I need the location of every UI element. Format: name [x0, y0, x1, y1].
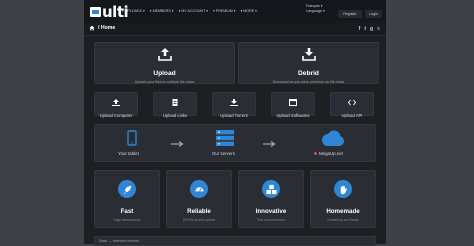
- tablet-icon: [127, 130, 137, 146]
- upload-computer-label: Upload Computer: [99, 113, 133, 118]
- menu-icon[interactable]: ≡: [377, 26, 380, 32]
- feature-homemade-subtitle: Created by our friends: [327, 218, 359, 222]
- nav-premium[interactable]: ▾ PREMIUM ▾: [213, 9, 236, 13]
- arrow-right-icon: [263, 141, 276, 147]
- register-button[interactable]: Register: [338, 10, 362, 18]
- download-icon: [301, 48, 316, 61]
- language-selector[interactable]: Français ▾ Language ▾: [306, 4, 330, 14]
- upload-card[interactable]: Upload Upload your files to multiple fil…: [94, 42, 235, 84]
- stats-panel-title: Stats — selected servers: [99, 239, 139, 243]
- upload-api-label: Upload API: [341, 113, 363, 118]
- facebook-icon[interactable]: f: [359, 26, 361, 32]
- feature-innovative: Innovative Find out all features: [238, 170, 304, 228]
- logo-mark: [90, 7, 101, 17]
- upload-computer-option[interactable]: Upload Computer: [94, 92, 138, 118]
- upload-subtitle: Upload your files to multiple file-hosts: [134, 80, 195, 84]
- nav-uploads[interactable]: ▾ UPLOADS ▾: [122, 9, 145, 13]
- cloud-icon: [322, 130, 344, 146]
- feature-innovative-title: Innovative: [255, 208, 287, 215]
- document-icon: [172, 99, 178, 106]
- download-icon: [230, 99, 238, 106]
- breadcrumb-bar: / Home f t g ≡: [84, 23, 386, 36]
- feature-fast-title: Fast: [120, 208, 134, 215]
- language-menu[interactable]: Language ▾: [306, 9, 330, 14]
- nav-my-account[interactable]: ▾ MY ACCOUNT ▾: [179, 9, 208, 13]
- breadcrumb: / Home: [89, 25, 115, 31]
- feature-fast: Fast Huge infrastructure: [94, 170, 160, 228]
- home-icon[interactable]: [89, 25, 95, 31]
- upload-softwares-label: Upload Softwares: [276, 113, 310, 118]
- login-button[interactable]: Login: [365, 10, 382, 18]
- feature-reliable-subtitle: 99.99% service uptime: [182, 218, 216, 222]
- upload-torrent-option[interactable]: Upload Torrent: [212, 92, 256, 118]
- upload-torrent-label: Upload Torrent: [220, 113, 248, 118]
- upload-api-option[interactable]: Upload API: [330, 92, 374, 118]
- upload-links-label: Upload Links: [162, 113, 188, 118]
- upload-links-option[interactable]: Upload Links: [153, 92, 197, 118]
- feature-reliable-title: Reliable: [187, 208, 211, 215]
- nav-members[interactable]: ▾ MEMBERS ▾: [150, 9, 174, 13]
- arrow-right-icon: [171, 141, 184, 147]
- twitter-icon[interactable]: t: [364, 26, 366, 32]
- debrid-subtitle: Download as you were premium on file-hos…: [272, 80, 345, 84]
- main-nav: ▾ UPLOADS ▾ ▾ MEMBERS ▾ ▾ MY ACCOUNT ▾ ▾…: [122, 9, 257, 13]
- upload-title: Upload: [153, 70, 176, 77]
- hand-icon: [334, 180, 352, 198]
- breadcrumb-text: / Home: [98, 25, 116, 31]
- login-label: Login: [369, 12, 378, 16]
- debrid-card[interactable]: Debrid Download as you were premium on f…: [238, 42, 379, 84]
- stats-panel: Stats — selected servers: [94, 236, 376, 246]
- feature-homemade: Homemade Created by our friends: [310, 170, 376, 228]
- code-icon: [347, 99, 357, 106]
- flow-host-link[interactable]: MegaUp.net: [319, 151, 343, 156]
- social-links: f t g ≡: [359, 26, 380, 32]
- feature-homemade-title: Homemade: [326, 208, 360, 215]
- feature-innovative-subtitle: Find out all features: [257, 218, 285, 222]
- feature-reliable: Reliable 99.99% service uptime: [166, 170, 232, 228]
- speedometer-icon: [190, 180, 208, 198]
- upload-softwares-option[interactable]: Upload Softwares: [271, 92, 315, 118]
- site-frame: ulti ▾ UPLOADS ▾ ▾ MEMBERS ▾ ▾ MY ACCOUN…: [84, 0, 386, 246]
- feature-fast-subtitle: Huge infrastructure: [113, 218, 141, 222]
- status-dot: [314, 152, 317, 155]
- flow-servers-label: Our servers: [212, 151, 235, 156]
- upload-icon: [112, 99, 120, 106]
- cubes-icon: [262, 180, 280, 198]
- nav-more[interactable]: ▾ MORE ▾: [241, 9, 257, 13]
- debrid-title: Debrid: [298, 70, 319, 77]
- rocket-icon: [118, 180, 136, 198]
- servers-icon: [216, 130, 234, 146]
- register-label: Register: [343, 12, 357, 16]
- upload-icon: [157, 48, 172, 61]
- flow-tablet-label: Your tablet: [118, 151, 139, 156]
- transfer-flow-panel: Your tablet Our servers MegaUp.net: [94, 124, 376, 162]
- top-navbar: ulti ▾ UPLOADS ▾ ▾ MEMBERS ▾ ▾ MY ACCOUN…: [84, 0, 386, 23]
- window-icon: [289, 99, 297, 106]
- google-icon[interactable]: g: [370, 26, 373, 32]
